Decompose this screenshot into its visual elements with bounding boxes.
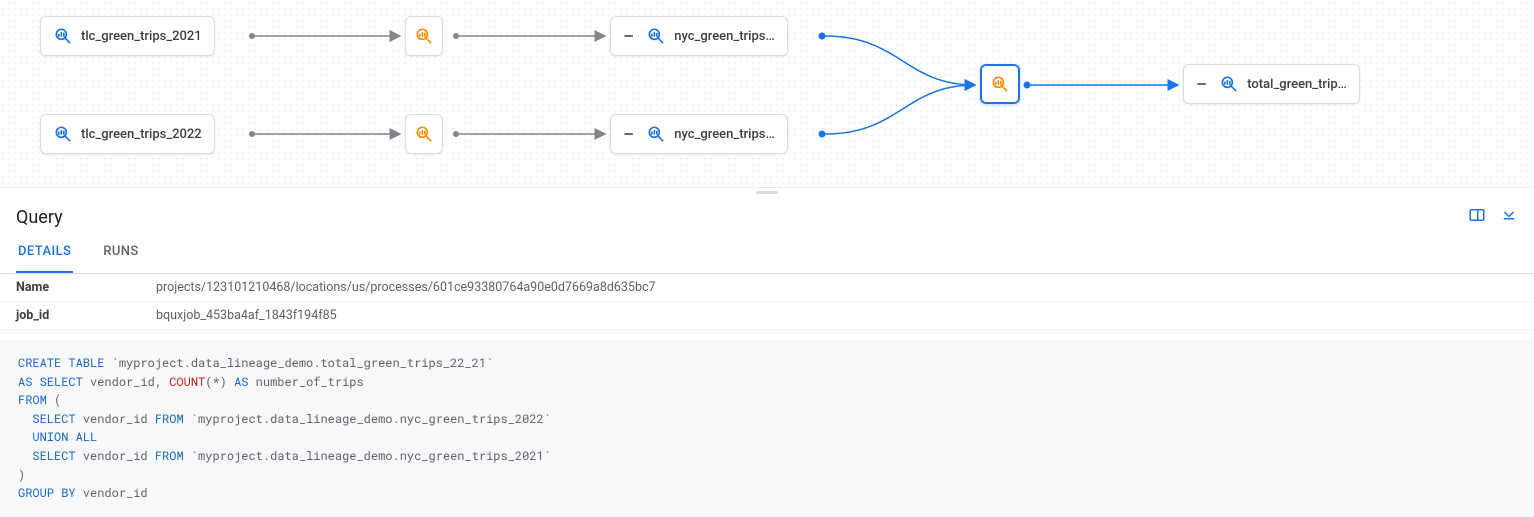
bigquery-process-icon (414, 26, 434, 46)
node-table-tlc2021[interactable]: tlc_green_trips_2021 (40, 16, 215, 56)
panel-title: Query (16, 207, 63, 228)
panel-tabs: DETAILS RUNS (0, 232, 1534, 274)
node-table-output[interactable]: − total_green_trip… (1183, 64, 1360, 104)
table-row: Name projects/123101210468/locations/us/… (0, 274, 1534, 302)
tab-details[interactable]: DETAILS (16, 232, 73, 273)
kv-key: Name (0, 274, 140, 302)
bigquery-process-icon (414, 124, 434, 144)
node-label: tlc_green_trips_2021 (81, 29, 202, 44)
panel-split-icon (1468, 206, 1486, 224)
node-table-nyc1[interactable]: − nyc_green_trips… (610, 16, 788, 56)
node-label: tlc_green_trips_2022 (81, 127, 202, 142)
bigquery-table-icon (53, 26, 73, 46)
collapse-icon[interactable]: − (1196, 74, 1211, 94)
node-label: nyc_green_trips… (674, 29, 774, 44)
bigquery-table-icon (53, 124, 73, 144)
collapse-icon[interactable]: − (623, 26, 638, 46)
tab-runs[interactable]: RUNS (101, 232, 140, 273)
node-process-merge[interactable] (980, 64, 1020, 104)
table-row: job_id bquxjob_453ba4af_1843f194f85 (0, 302, 1534, 330)
node-label: total_green_trip… (1247, 77, 1347, 92)
bigquery-table-icon (1219, 74, 1239, 94)
node-process-2[interactable] (405, 114, 443, 154)
node-table-tlc2022[interactable]: tlc_green_trips_2022 (40, 114, 215, 154)
bigquery-table-icon (646, 26, 666, 46)
panel-resize-handle[interactable] (0, 188, 1534, 196)
kv-val: projects/123101210468/locations/us/proce… (140, 274, 1534, 302)
collapse-down-icon (1500, 206, 1518, 224)
details-table: Name projects/123101210468/locations/us/… (0, 274, 1534, 330)
bigquery-table-icon (646, 124, 666, 144)
lineage-canvas[interactable]: tlc_green_trips_2021 − nyc_green_trips… … (0, 0, 1534, 188)
bigquery-process-icon (990, 74, 1010, 94)
panel-collapse-button[interactable] (1500, 206, 1518, 228)
kv-val: bquxjob_453ba4af_1843f194f85 (140, 302, 1534, 330)
kv-key: job_id (0, 302, 140, 330)
sql-code-block[interactable]: CREATE TABLE `myproject.data_lineage_dem… (0, 340, 1534, 517)
node-label: nyc_green_trips… (674, 127, 774, 142)
node-process-1[interactable] (405, 16, 443, 56)
panel-layout-button[interactable] (1468, 206, 1486, 228)
details-panel: Query DETAILS RUNS Name projects/1231012… (0, 196, 1534, 517)
collapse-icon[interactable]: − (623, 124, 638, 144)
node-table-nyc2[interactable]: − nyc_green_trips… (610, 114, 788, 154)
